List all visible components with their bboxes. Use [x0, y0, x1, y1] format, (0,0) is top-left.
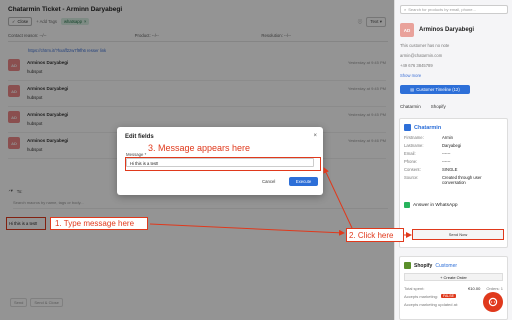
- status-badge: FALSE: [441, 294, 456, 298]
- field-row: Email: ------: [400, 149, 507, 157]
- field-key: Consent:: [404, 166, 421, 172]
- field-row: Lastname: Daryabegi: [400, 141, 507, 149]
- field-key: Phone:: [404, 158, 418, 164]
- timeline-label: Customer Timeline (12): [416, 87, 460, 92]
- annotation-step-1: 1. Type message here: [55, 219, 135, 228]
- timeline-icon: ▤: [410, 87, 415, 92]
- field-key: Lastname:: [404, 142, 424, 148]
- annotation-step-3: 3. Message appears here: [148, 143, 251, 153]
- shopify-panel-subtitle: Customer: [435, 262, 458, 269]
- field-value: ------: [442, 158, 451, 164]
- search-icon: ⌕: [404, 7, 407, 12]
- orders-count: Orders: 1: [486, 285, 503, 291]
- customer-timeline-button[interactable]: ▤ Customer Timeline (12): [400, 85, 470, 94]
- field-key: Email:: [404, 150, 416, 156]
- modal-title: Edit fields: [125, 134, 154, 140]
- sidebar-search-placeholder: Search for products by email, phone...: [408, 7, 476, 12]
- shopify-panel-header: Shopify Customer: [400, 257, 507, 271]
- contact-phone[interactable]: +49 676 3845789: [400, 63, 508, 68]
- whatsapp-answer-label: Answer in WhatsApp: [413, 202, 458, 208]
- shopify-value: €10.00: [468, 285, 481, 291]
- contact-note: This customer has no note: [400, 43, 450, 48]
- contact-name: Arminos Daryabegi: [419, 27, 475, 33]
- shopify-logo-icon: [404, 262, 411, 269]
- shopify-key: Accepts marketing:: [404, 293, 439, 299]
- tab-chatarmin[interactable]: Chatarmin: [400, 104, 421, 109]
- field-value: ------: [442, 150, 451, 156]
- annotation-step-2: 2. Click here: [349, 231, 394, 240]
- support-chat-button[interactable]: [483, 292, 503, 312]
- execute-button[interactable]: Execute: [289, 177, 318, 186]
- field-row: Consent: SINGLE: [400, 165, 507, 173]
- field-key: Firstname:: [404, 134, 424, 140]
- tab-shopify[interactable]: Shopify: [431, 104, 446, 109]
- field-key: Source:: [404, 174, 419, 180]
- create-order-button[interactable]: + Create Order: [404, 273, 503, 281]
- field-row: Phone: ------: [400, 157, 507, 165]
- field-value: Armin: [442, 134, 453, 140]
- show-more-link[interactable]: Show more: [400, 73, 508, 78]
- whatsapp-icon: [404, 202, 410, 208]
- field-value: Created through user conversation: [442, 174, 482, 185]
- annotation-highlight-box: [125, 157, 321, 171]
- whatsapp-answer-row: Answer in WhatsApp: [400, 198, 507, 212]
- chatarmin-panel-header: Chatarmin: [400, 119, 507, 133]
- shopify-key: Accepts marketing updated at:: [404, 301, 459, 307]
- shopify-key: Total spent:: [404, 285, 425, 291]
- contact-email[interactable]: armin@chatarmin.com: [400, 53, 508, 58]
- field-row: Firstname: Armin: [400, 133, 507, 141]
- shopify-row: Total spent: €10.00 Orders: 1: [400, 284, 507, 292]
- cancel-button[interactable]: Cancel: [262, 179, 275, 184]
- field-value: SINGLE: [442, 166, 458, 172]
- avatar: AD: [400, 23, 414, 37]
- field-value: Daryabegi: [442, 142, 462, 148]
- close-icon[interactable]: ×: [313, 133, 317, 139]
- chatarmin-logo-icon: [404, 124, 411, 131]
- sidebar-tabs: Chatarmin Shopify: [400, 104, 446, 109]
- chatarmin-panel-title: Chatarmin: [414, 124, 442, 131]
- send-now-button[interactable]: Send Now: [412, 229, 504, 240]
- field-row: Source: Created through user conversation: [400, 173, 507, 186]
- shopify-panel-title: Shopify: [414, 262, 433, 269]
- chat-icon: [488, 297, 498, 307]
- sidebar-search-input[interactable]: ⌕ Search for products by email, phone...: [400, 5, 508, 14]
